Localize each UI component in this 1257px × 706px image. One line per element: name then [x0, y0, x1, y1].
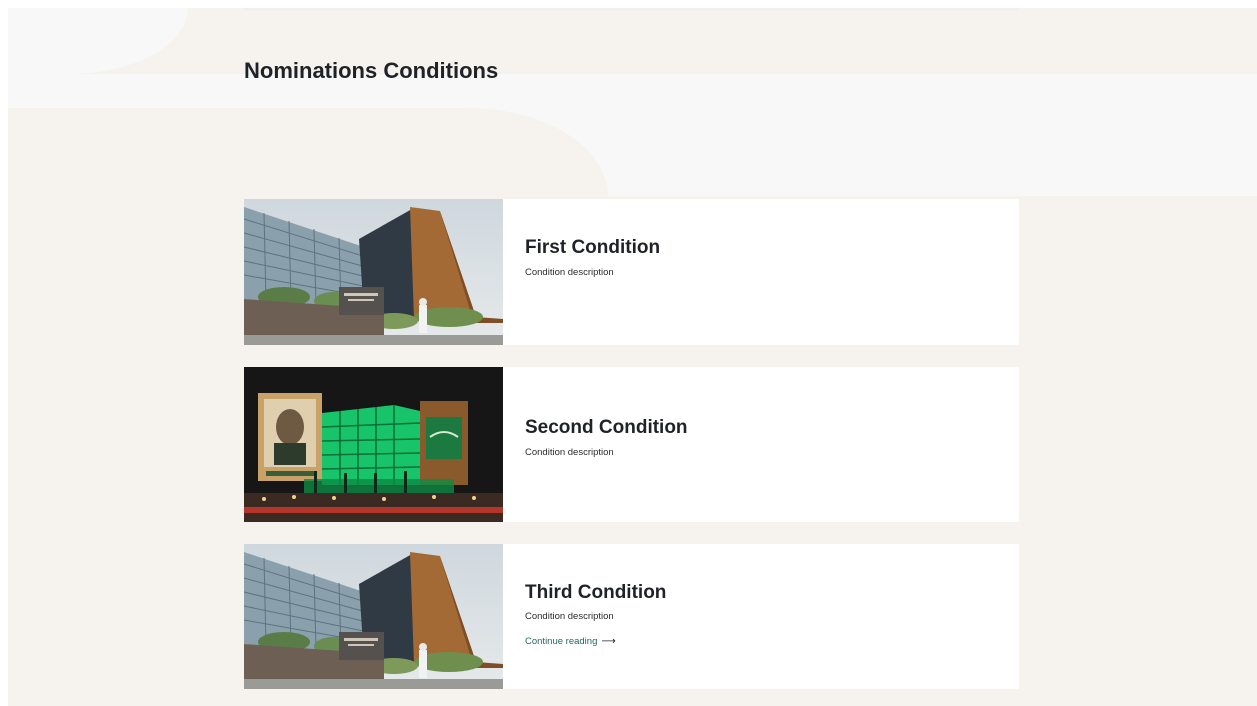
arrow-right-icon: ⟶: [601, 636, 616, 647]
condition-body-first: First Condition Condition description: [503, 199, 1019, 345]
condition-description: Condition description: [525, 611, 614, 622]
condition-card-second[interactable]: Second Condition Condition description: [244, 367, 1019, 522]
continue-reading-link[interactable]: Continue reading ⟶: [525, 636, 616, 647]
condition-description: Condition description: [525, 447, 614, 458]
condition-image-first: [244, 199, 503, 345]
condition-title: Second Condition: [525, 417, 688, 438]
hero-lower-left-curve: [8, 108, 608, 196]
continue-reading-label: Continue reading: [525, 636, 598, 647]
building-daytime-photo: [244, 544, 503, 689]
page-title: Nominations Conditions: [244, 58, 499, 83]
condition-card-third[interactable]: Third Condition Condition description Co…: [244, 544, 1019, 689]
condition-title: First Condition: [525, 237, 661, 258]
condition-description: Condition description: [525, 267, 614, 278]
building-daytime-photo: [244, 199, 503, 345]
condition-body-third: Third Condition Condition description Co…: [503, 544, 1019, 689]
condition-title: Third Condition: [525, 582, 667, 603]
condition-image-second: [244, 367, 503, 522]
condition-image-third: [244, 544, 503, 689]
top-divider: [244, 8, 1019, 11]
building-night-green-lights-photo: [244, 367, 503, 522]
condition-body-second: Second Condition Condition description: [503, 367, 1019, 522]
condition-card-first[interactable]: First Condition Condition description: [244, 199, 1019, 345]
